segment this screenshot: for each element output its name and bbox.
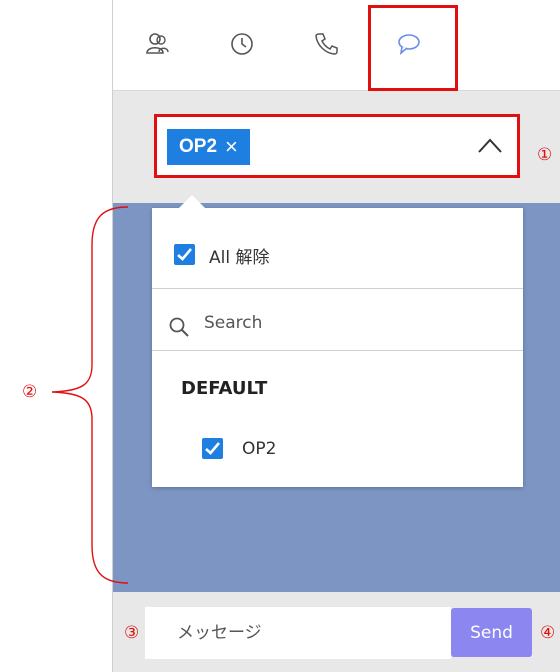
phone-icon <box>315 33 338 55</box>
recipient-dropdown: All 解除 Search DEFAULT OP2 <box>152 208 523 487</box>
checkmark-icon <box>177 248 192 261</box>
chat-tab-highlight <box>368 5 458 91</box>
callout-3: ③ <box>124 623 140 643</box>
callout-2-bracket <box>51 206 129 584</box>
callout-1: ① <box>537 145 553 165</box>
tab-history[interactable] <box>222 22 262 66</box>
option-label-op2[interactable]: OP2 <box>242 439 276 459</box>
select-all-label[interactable]: All 解除 <box>209 243 269 268</box>
dropdown-caret <box>178 195 206 209</box>
send-button[interactable]: Send <box>451 608 532 657</box>
select-all-checkbox[interactable] <box>174 244 195 265</box>
divider <box>152 288 523 289</box>
divider <box>152 350 523 351</box>
message-input[interactable] <box>145 607 451 659</box>
search-icon <box>169 317 189 337</box>
search-input[interactable]: Search <box>204 313 262 333</box>
checkmark-icon <box>205 442 220 455</box>
chevron-up-icon[interactable] <box>477 135 503 157</box>
callout-4: ④ <box>540 623 556 643</box>
selected-tag: OP2 × <box>167 129 250 165</box>
contacts-icon <box>146 33 169 54</box>
tag-label: OP2 <box>179 136 218 157</box>
group-heading: DEFAULT <box>181 378 268 399</box>
option-checkbox-op2[interactable] <box>202 438 223 459</box>
history-icon <box>231 33 253 55</box>
recipient-select[interactable]: OP2 × <box>154 114 520 178</box>
callout-2: ② <box>22 382 38 402</box>
tab-contacts[interactable] <box>137 22 177 66</box>
tab-bar <box>113 0 560 91</box>
tag-remove-icon[interactable]: × <box>225 136 238 158</box>
tab-phone[interactable] <box>306 22 346 66</box>
